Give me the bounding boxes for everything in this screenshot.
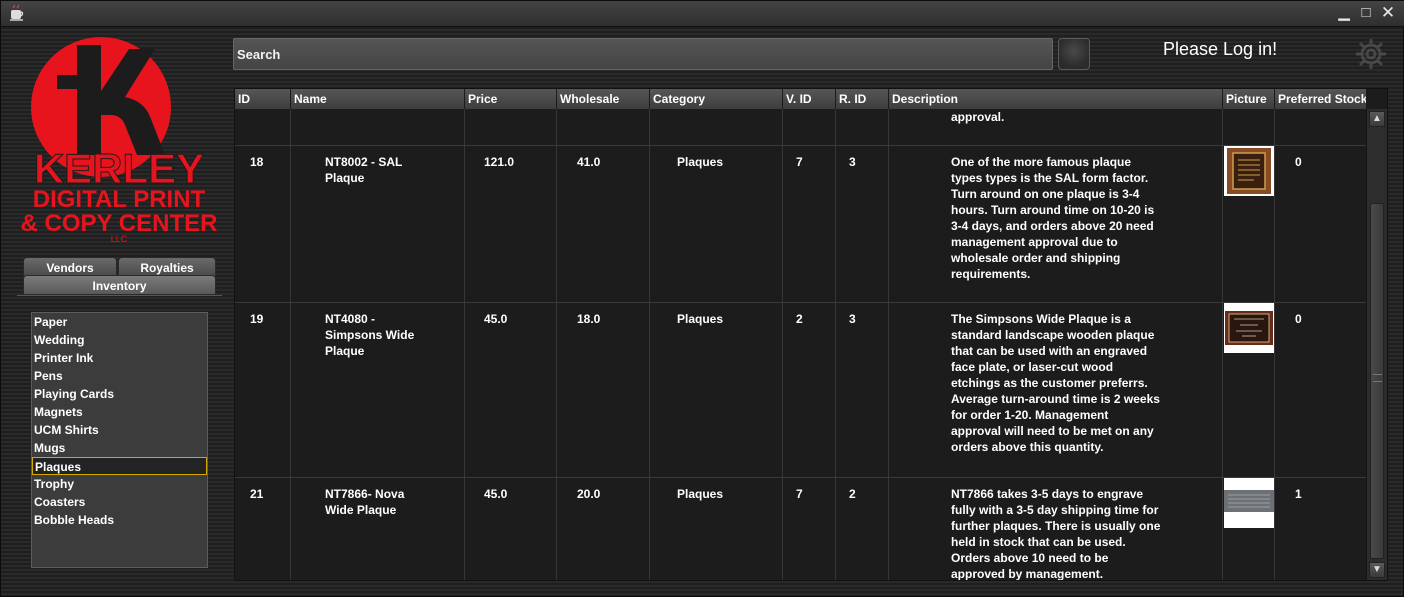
close-button[interactable]: ✕ <box>1379 4 1397 22</box>
cell-preferred-stock: 0 <box>1274 146 1366 302</box>
cell-picture <box>1222 146 1274 302</box>
category-item[interactable]: Magnets <box>32 403 207 421</box>
cell-preferred-stock: 0 <box>1274 303 1366 477</box>
vertical-scrollbar[interactable]: ▲ ▼ <box>1366 109 1387 580</box>
category-item[interactable]: Paper <box>32 313 207 331</box>
table-row[interactable]: approval. <box>235 109 1366 146</box>
table-cell: approval. <box>888 109 1222 145</box>
table-cell <box>235 109 290 145</box>
column-header[interactable]: Wholesale <box>556 89 649 109</box>
cell-wholesale: 20.0 <box>556 478 649 580</box>
cell-vid: 2 <box>782 303 835 477</box>
logo-line2: DIGITAL PRINT <box>33 186 206 213</box>
logo-line3: & COPY CENTER <box>21 210 218 237</box>
inventory-table: ID Name Price Wholesale Category V. ID R. ID De… <box>234 88 1388 581</box>
cell-rid: 3 <box>835 146 888 302</box>
table-cell <box>1222 109 1274 145</box>
plaque-thumbnail <box>1224 478 1274 528</box>
cell-category: Plaques <box>649 478 782 580</box>
minimize-button[interactable]: ▁ <box>1335 4 1353 22</box>
cell-category: Plaques <box>649 303 782 477</box>
cell-rid: 2 <box>835 478 888 580</box>
cell-wholesale: 41.0 <box>556 146 649 302</box>
column-header[interactable]: R. ID <box>835 89 888 109</box>
logo-line4: LLC <box>111 234 128 244</box>
app-window: ▁ □ ✕ KERLEY DIGITAL PRINT & COPY CENTER… <box>0 0 1404 597</box>
cell-id: 19 <box>250 312 264 326</box>
category-item[interactable]: Printer Ink <box>32 349 207 367</box>
scroll-up-button[interactable]: ▲ <box>1369 111 1385 127</box>
cell-id: 18 <box>250 155 264 169</box>
cell-wholesale: 18.0 <box>556 303 649 477</box>
category-item[interactable]: Plaques <box>32 457 207 475</box>
cell-preferred-stock: 1 <box>1274 478 1366 580</box>
tab-inventory[interactable]: Inventory <box>23 275 216 295</box>
cell-price: 45.0 <box>464 478 556 580</box>
cell-id: 21 <box>250 487 264 501</box>
table-cell <box>835 109 888 145</box>
column-header[interactable]: Preferred Stock <box>1274 89 1366 109</box>
table-row[interactable]: 18 NT8002 - SAL Plaque 121.0 41.0 Plaques 7 3 O… <box>235 146 1366 303</box>
tab-royalties[interactable]: Royalties <box>118 257 216 277</box>
category-item[interactable]: Coasters <box>32 493 207 511</box>
cell-name: NT8002 - SAL Plaque <box>290 146 464 302</box>
category-item[interactable]: Bobble Heads <box>32 511 207 529</box>
table-cell <box>464 109 556 145</box>
table-body: approval. 18 NT8002 - SAL Plaque 121.0 41.0 P… <box>235 109 1366 580</box>
cell-vid: 7 <box>782 146 835 302</box>
cell-name: NT4080 - Simpsons Wide Plaque <box>290 303 464 477</box>
table-cell <box>782 109 835 145</box>
cell-rid: 3 <box>835 303 888 477</box>
column-header[interactable]: Description <box>888 89 1222 109</box>
category-item[interactable]: UCM Shirts <box>32 421 207 439</box>
category-item[interactable]: Wedding <box>32 331 207 349</box>
cell-vid: 7 <box>782 478 835 580</box>
category-list: Paper Wedding Printer Ink Pens Playing Cards… <box>31 312 208 568</box>
tab-vendors[interactable]: Vendors <box>23 257 117 277</box>
category-item[interactable]: Mugs <box>32 439 207 457</box>
cell-picture <box>1222 478 1274 580</box>
category-item[interactable]: Pens <box>32 367 207 385</box>
scroll-thumb[interactable] <box>1370 203 1384 559</box>
kerley-logo: KERLEY DIGITAL PRINT & COPY CENTER LLC <box>21 37 218 244</box>
login-prompt[interactable]: Please Log in! <box>1163 39 1277 60</box>
cell-description: The Simpsons Wide Plaque is a standard l… <box>888 303 1222 477</box>
search-button[interactable] <box>1058 38 1090 70</box>
cell-picture <box>1222 303 1274 477</box>
search-input[interactable] <box>233 38 1053 70</box>
java-coffee-icon <box>9 4 25 22</box>
maximize-button[interactable]: □ <box>1357 4 1375 22</box>
table-cell <box>649 109 782 145</box>
table-cell <box>556 109 649 145</box>
column-header[interactable]: Picture <box>1222 89 1274 109</box>
cell-description: One of the more famous plaque types type… <box>888 146 1222 302</box>
table-cell <box>290 109 464 145</box>
table-row[interactable]: 19 NT4080 - Simpsons Wide Plaque 45.0 18.0 P… <box>235 303 1366 478</box>
table-row[interactable]: 21 NT7866- Nova Wide Plaque 45.0 20.0 Plaque… <box>235 478 1366 580</box>
cell-name: NT7866- Nova Wide Plaque <box>290 478 464 580</box>
column-header[interactable]: Price <box>464 89 556 109</box>
scroll-down-button[interactable]: ▼ <box>1369 562 1385 578</box>
title-bar: ▁ □ ✕ <box>1 1 1404 27</box>
column-header[interactable]: Name <box>290 89 464 109</box>
gear-icon[interactable] <box>1354 37 1388 71</box>
category-item[interactable]: Trophy <box>32 475 207 493</box>
cell-price: 121.0 <box>464 146 556 302</box>
plaque-thumbnail <box>1224 146 1274 196</box>
logo-line1: KERLEY <box>34 145 204 192</box>
column-header[interactable]: V. ID <box>782 89 835 109</box>
cell-price: 45.0 <box>464 303 556 477</box>
cell-description: NT7866 takes 3-5 days to engrave fully w… <box>888 478 1222 580</box>
category-item[interactable]: Playing Cards <box>32 385 207 403</box>
table-cell <box>1274 109 1366 145</box>
column-header[interactable]: ID <box>235 89 290 109</box>
column-header[interactable]: Category <box>649 89 782 109</box>
cell-category: Plaques <box>649 146 782 302</box>
plaque-thumbnail <box>1224 303 1274 353</box>
table-header: ID Name Price Wholesale Category V. ID R. ID De… <box>235 89 1366 109</box>
